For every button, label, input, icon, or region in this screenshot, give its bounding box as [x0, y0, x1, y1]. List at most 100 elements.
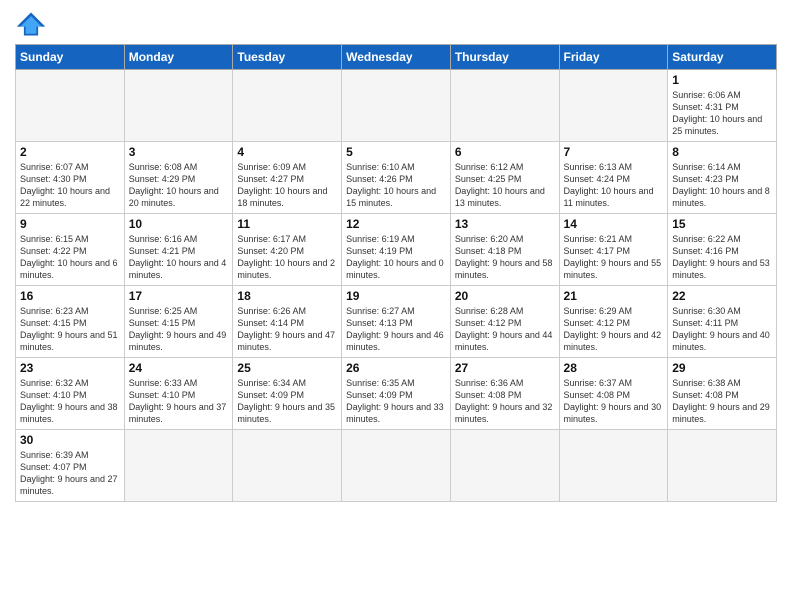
calendar-cell: 16 Sunrise: 6:23 AM Sunset: 4:15 PM Dayli… — [16, 286, 125, 358]
calendar-cell — [559, 70, 668, 142]
day-info: Sunrise: 6:37 AM Sunset: 4:08 PM Dayligh… — [564, 377, 664, 426]
calendar-cell: 20 Sunrise: 6:28 AM Sunset: 4:12 PM Dayli… — [450, 286, 559, 358]
calendar-cell: 5 Sunrise: 6:10 AM Sunset: 4:26 PM Daylig… — [342, 142, 451, 214]
day-number: 26 — [346, 361, 446, 375]
day-info: Sunrise: 6:14 AM Sunset: 4:23 PM Dayligh… — [672, 161, 772, 210]
calendar-week-6: 30 Sunrise: 6:39 AM Sunset: 4:07 PM Dayli… — [16, 430, 777, 502]
day-info: Sunrise: 6:12 AM Sunset: 4:25 PM Dayligh… — [455, 161, 555, 210]
calendar-week-3: 9Sunrise: 6:15 AM Sunset: 4:22 PM Daylig… — [16, 214, 777, 286]
day-number: 23 — [20, 361, 120, 375]
calendar-cell — [16, 70, 125, 142]
day-number: 29 — [672, 361, 772, 375]
day-number: 21 — [564, 289, 664, 303]
calendar-cell: 15 Sunrise: 6:22 AM Sunset: 4:16 PM Dayli… — [668, 214, 777, 286]
calendar-cell: 8 Sunrise: 6:14 AM Sunset: 4:23 PM Daylig… — [668, 142, 777, 214]
day-info: Sunrise: 6:23 AM Sunset: 4:15 PM Dayligh… — [20, 305, 120, 354]
calendar-cell: 30 Sunrise: 6:39 AM Sunset: 4:07 PM Dayli… — [16, 430, 125, 502]
calendar-cell: 27 Sunrise: 6:36 AM Sunset: 4:08 PM Dayli… — [450, 358, 559, 430]
calendar-cell: 19Sunrise: 6:27 AM Sunset: 4:13 PM Dayli… — [342, 286, 451, 358]
calendar-cell: 24Sunrise: 6:33 AM Sunset: 4:10 PM Dayli… — [124, 358, 233, 430]
calendar-cell: 3 Sunrise: 6:08 AM Sunset: 4:29 PM Daylig… — [124, 142, 233, 214]
calendar-cell: 9Sunrise: 6:15 AM Sunset: 4:22 PM Daylig… — [16, 214, 125, 286]
weekday-header-tuesday: Tuesday — [233, 45, 342, 70]
day-info: Sunrise: 6:25 AM Sunset: 4:15 PM Dayligh… — [129, 305, 229, 354]
calendar-cell — [559, 430, 668, 502]
calendar-cell — [124, 430, 233, 502]
day-info: Sunrise: 6:22 AM Sunset: 4:16 PM Dayligh… — [672, 233, 772, 282]
header — [15, 10, 777, 38]
day-number: 5 — [346, 145, 446, 159]
weekday-header-thursday: Thursday — [450, 45, 559, 70]
calendar-week-2: 2Sunrise: 6:07 AM Sunset: 4:30 PM Daylig… — [16, 142, 777, 214]
day-number: 30 — [20, 433, 120, 447]
day-number: 18 — [237, 289, 337, 303]
day-number: 8 — [672, 145, 772, 159]
calendar-cell — [342, 430, 451, 502]
calendar-cell: 4Sunrise: 6:09 AM Sunset: 4:27 PM Daylig… — [233, 142, 342, 214]
day-info: Sunrise: 6:39 AM Sunset: 4:07 PM Dayligh… — [20, 449, 120, 498]
calendar-cell: 7Sunrise: 6:13 AM Sunset: 4:24 PM Daylig… — [559, 142, 668, 214]
calendar-cell: 1Sunrise: 6:06 AM Sunset: 4:31 PM Daylig… — [668, 70, 777, 142]
day-info: Sunrise: 6:32 AM Sunset: 4:10 PM Dayligh… — [20, 377, 120, 426]
weekday-header-wednesday: Wednesday — [342, 45, 451, 70]
calendar-cell: 17Sunrise: 6:25 AM Sunset: 4:15 PM Dayli… — [124, 286, 233, 358]
calendar-cell — [124, 70, 233, 142]
weekday-row: SundayMondayTuesdayWednesdayThursdayFrid… — [16, 45, 777, 70]
day-info: Sunrise: 6:10 AM Sunset: 4:26 PM Dayligh… — [346, 161, 446, 210]
weekday-header-sunday: Sunday — [16, 45, 125, 70]
calendar-cell: 25 Sunrise: 6:34 AM Sunset: 4:09 PM Dayli… — [233, 358, 342, 430]
day-number: 6 — [455, 145, 555, 159]
day-number: 20 — [455, 289, 555, 303]
day-info: Sunrise: 6:21 AM Sunset: 4:17 PM Dayligh… — [564, 233, 664, 282]
calendar-cell: 23 Sunrise: 6:32 AM Sunset: 4:10 PM Dayli… — [16, 358, 125, 430]
calendar-cell: 21Sunrise: 6:29 AM Sunset: 4:12 PM Dayli… — [559, 286, 668, 358]
day-info: Sunrise: 6:38 AM Sunset: 4:08 PM Dayligh… — [672, 377, 772, 426]
day-info: Sunrise: 6:09 AM Sunset: 4:27 PM Dayligh… — [237, 161, 337, 210]
day-number: 13 — [455, 217, 555, 231]
day-info: Sunrise: 6:26 AM Sunset: 4:14 PM Dayligh… — [237, 305, 337, 354]
day-number: 10 — [129, 217, 229, 231]
day-number: 28 — [564, 361, 664, 375]
day-info: Sunrise: 6:34 AM Sunset: 4:09 PM Dayligh… — [237, 377, 337, 426]
day-number: 19 — [346, 289, 446, 303]
calendar-cell — [668, 430, 777, 502]
day-info: Sunrise: 6:08 AM Sunset: 4:29 PM Dayligh… — [129, 161, 229, 210]
day-number: 14 — [564, 217, 664, 231]
logo — [15, 10, 51, 38]
calendar-cell: 22Sunrise: 6:30 AM Sunset: 4:11 PM Dayli… — [668, 286, 777, 358]
calendar-cell — [450, 70, 559, 142]
calendar-week-4: 16 Sunrise: 6:23 AM Sunset: 4:15 PM Dayli… — [16, 286, 777, 358]
day-info: Sunrise: 6:19 AM Sunset: 4:19 PM Dayligh… — [346, 233, 446, 282]
calendar-cell: 29 Sunrise: 6:38 AM Sunset: 4:08 PM Dayli… — [668, 358, 777, 430]
day-info: Sunrise: 6:36 AM Sunset: 4:08 PM Dayligh… — [455, 377, 555, 426]
day-info: Sunrise: 6:28 AM Sunset: 4:12 PM Dayligh… — [455, 305, 555, 354]
weekday-header-friday: Friday — [559, 45, 668, 70]
day-info: Sunrise: 6:15 AM Sunset: 4:22 PM Dayligh… — [20, 233, 120, 282]
day-info: Sunrise: 6:16 AM Sunset: 4:21 PM Dayligh… — [129, 233, 229, 282]
calendar-week-1: 1Sunrise: 6:06 AM Sunset: 4:31 PM Daylig… — [16, 70, 777, 142]
calendar-header: SundayMondayTuesdayWednesdayThursdayFrid… — [16, 45, 777, 70]
calendar-cell: 18 Sunrise: 6:26 AM Sunset: 4:14 PM Dayli… — [233, 286, 342, 358]
calendar-cell: 14 Sunrise: 6:21 AM Sunset: 4:17 PM Dayli… — [559, 214, 668, 286]
calendar-cell — [450, 430, 559, 502]
day-info: Sunrise: 6:20 AM Sunset: 4:18 PM Dayligh… — [455, 233, 555, 282]
day-info: Sunrise: 6:06 AM Sunset: 4:31 PM Dayligh… — [672, 89, 772, 138]
calendar: SundayMondayTuesdayWednesdayThursdayFrid… — [15, 44, 777, 502]
day-number: 27 — [455, 361, 555, 375]
calendar-cell: 10 Sunrise: 6:16 AM Sunset: 4:21 PM Dayli… — [124, 214, 233, 286]
day-number: 12 — [346, 217, 446, 231]
day-number: 16 — [20, 289, 120, 303]
calendar-cell: 2Sunrise: 6:07 AM Sunset: 4:30 PM Daylig… — [16, 142, 125, 214]
calendar-cell: 6 Sunrise: 6:12 AM Sunset: 4:25 PM Daylig… — [450, 142, 559, 214]
calendar-cell — [342, 70, 451, 142]
weekday-header-monday: Monday — [124, 45, 233, 70]
day-number: 24 — [129, 361, 229, 375]
day-info: Sunrise: 6:13 AM Sunset: 4:24 PM Dayligh… — [564, 161, 664, 210]
day-number: 3 — [129, 145, 229, 159]
day-number: 25 — [237, 361, 337, 375]
day-number: 11 — [237, 217, 337, 231]
calendar-cell — [233, 70, 342, 142]
calendar-cell: 11Sunrise: 6:17 AM Sunset: 4:20 PM Dayli… — [233, 214, 342, 286]
day-number: 2 — [20, 145, 120, 159]
day-number: 15 — [672, 217, 772, 231]
